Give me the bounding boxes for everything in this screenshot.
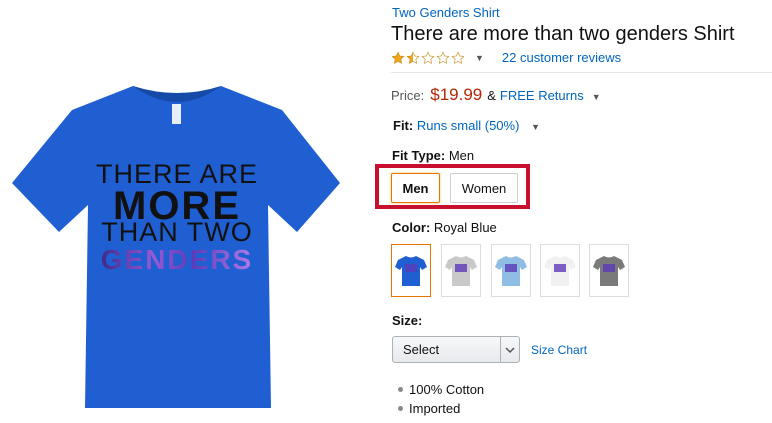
chevron-down-icon[interactable]: ▼ [592, 92, 601, 102]
bullet-icon [398, 406, 403, 411]
color-swatch-silver[interactable] [441, 244, 481, 297]
list-item: 100% Cotton [398, 380, 484, 399]
tshirt-thumbnail [495, 255, 527, 286]
product-title: There are more than two genders Shirt [391, 23, 735, 45]
brand-link[interactable]: Two Genders Shirt [392, 5, 500, 20]
size-select-value: Select [403, 342, 440, 357]
star-empty-icon [421, 50, 435, 64]
price-ampersand: & [487, 88, 496, 103]
fit-value-link[interactable]: Runs small (50%) [417, 118, 520, 133]
star-empty-icon [451, 50, 465, 64]
product-details-list: 100% Cotton Imported [398, 380, 484, 418]
price-label: Price: [391, 88, 425, 103]
shirt-text-line-4: GENDERS [101, 244, 253, 275]
tshirt-thumbnail [445, 255, 477, 286]
tshirt-thumbnail [395, 255, 427, 286]
color-swatch-royal-blue[interactable] [391, 244, 431, 297]
shirt-text-line-3: THAN TWO [101, 217, 253, 247]
price-row: Price: $19.99 & FREE Returns ▼ [391, 85, 601, 105]
color-swatch-white[interactable] [540, 244, 580, 297]
color-swatch-grey[interactable] [589, 244, 629, 297]
fit-row: Fit: Runs small (50%) ▼ [393, 118, 540, 133]
tshirt-image: THERE ARE MORE THAN TWO GENDERS [12, 86, 340, 408]
detail-text: 100% Cotton [409, 382, 485, 397]
chevron-down-icon[interactable]: ▼ [475, 53, 484, 63]
product-image[interactable]: THERE ARE MORE THAN TWO GENDERS [0, 60, 355, 418]
fit-type-men-button[interactable]: Men [391, 173, 440, 203]
star-half-icon [406, 50, 420, 64]
customer-reviews-link[interactable]: 22 customer reviews [502, 50, 621, 65]
color-value: Royal Blue [433, 220, 497, 235]
fit-type-women-button[interactable]: Women [450, 173, 518, 203]
size-select[interactable]: Select [392, 336, 520, 363]
star-empty-icon [436, 50, 450, 64]
size-label: Size: [392, 313, 423, 328]
price-value: $19.99 [430, 85, 483, 104]
detail-text: Imported [409, 401, 461, 416]
chevron-down-icon[interactable]: ▼ [531, 122, 540, 132]
bullet-icon [398, 387, 403, 392]
fit-type-label: Fit Type: [392, 148, 446, 163]
tshirt-thumbnail [593, 255, 625, 286]
chevron-down-icon[interactable] [500, 337, 519, 362]
color-label: Color: [392, 220, 431, 235]
fit-type-value: Men [448, 148, 475, 163]
color-row: Color: Royal Blue [392, 220, 497, 235]
tshirt-thumbnail [544, 255, 576, 286]
size-chart-link[interactable]: Size Chart [531, 343, 587, 357]
free-returns-link[interactable]: FREE Returns [500, 88, 584, 103]
star-full-icon [391, 50, 405, 64]
fit-type-row: Fit Type: Men [392, 148, 474, 163]
color-swatch-light-blue[interactable] [491, 244, 531, 297]
rating-row: ▼ 22 customer reviews [391, 50, 621, 65]
star-rating[interactable] [391, 50, 465, 65]
fit-label: Fit: [393, 118, 414, 133]
list-item: Imported [398, 399, 484, 418]
divider [391, 72, 772, 73]
